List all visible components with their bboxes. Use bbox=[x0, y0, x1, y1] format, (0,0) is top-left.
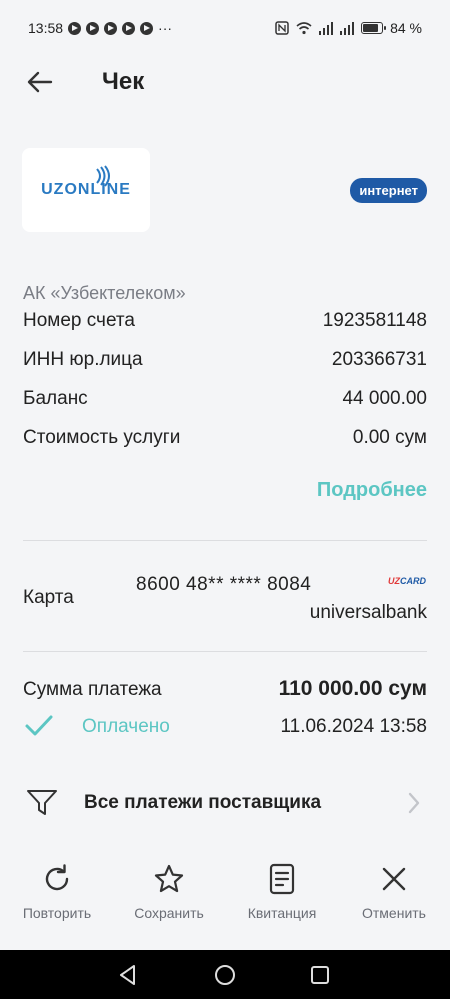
detail-label: ИНН юр.лица bbox=[23, 349, 143, 370]
status-time: 13:58 bbox=[28, 20, 64, 36]
detail-label: Стоимость услуги bbox=[23, 427, 181, 448]
signal-waves-icon bbox=[96, 165, 110, 187]
sum-value: 110 000.00 сум bbox=[278, 677, 427, 700]
detail-row-inn: ИНН юр.лица 203366731 bbox=[23, 349, 427, 371]
card-label: Карта bbox=[23, 587, 74, 608]
detail-value: 44 000.00 bbox=[342, 388, 427, 409]
more-notifications-icon: ··· bbox=[158, 20, 173, 36]
wifi-icon bbox=[296, 22, 312, 35]
detail-value: 203366731 bbox=[331, 349, 427, 370]
all-payments-label: Все платежи поставщика bbox=[84, 792, 322, 813]
payment-datetime: 11.06.2024 13:58 bbox=[280, 716, 427, 737]
detail-value: 0.00 сум bbox=[352, 427, 427, 448]
merchant-logo: UZONLINE bbox=[22, 148, 150, 232]
telegram-icon bbox=[68, 21, 82, 35]
system-navigation-bar bbox=[0, 950, 450, 999]
header: Чек bbox=[0, 56, 450, 108]
battery-level: 84 % bbox=[390, 20, 422, 36]
chevron-right-icon bbox=[408, 792, 420, 814]
save-button[interactable]: Сохранить bbox=[114, 860, 224, 921]
cancel-label: Отменить bbox=[362, 905, 426, 921]
category-badge: интернет bbox=[350, 178, 427, 203]
detail-row-account: Номер счета 1923581148 bbox=[23, 310, 427, 332]
nav-recents-icon[interactable] bbox=[309, 964, 331, 986]
telegram-icon bbox=[104, 21, 118, 35]
card-brand-prefix: UZ bbox=[388, 576, 400, 586]
receipt-label: Квитанция bbox=[247, 905, 317, 921]
filter-icon bbox=[27, 790, 57, 815]
card-brand-suffix: CARD bbox=[400, 576, 426, 586]
action-bar: Повторить Сохранить Квитанция Отменить bbox=[0, 860, 450, 930]
check-icon bbox=[25, 715, 53, 736]
divider bbox=[23, 540, 427, 541]
merchant-logo-text: UZONLINE bbox=[41, 181, 131, 198]
signal-icon bbox=[319, 21, 334, 35]
refresh-icon bbox=[45, 864, 69, 891]
sum-label: Сумма платежа bbox=[23, 679, 162, 700]
telegram-icon bbox=[86, 21, 100, 35]
receipt-icon bbox=[269, 863, 295, 895]
payment-status: Оплачено bbox=[82, 716, 170, 737]
nav-home-icon[interactable] bbox=[214, 964, 236, 986]
status-bar: 13:58 ··· 84 % bbox=[0, 0, 450, 56]
cancel-button[interactable]: Отменить bbox=[339, 860, 449, 921]
detail-row-service-cost: Стоимость услуги 0.00 сум bbox=[23, 427, 427, 449]
telegram-icon bbox=[140, 21, 154, 35]
divider bbox=[23, 651, 427, 652]
all-payments-link[interactable]: Все платежи поставщика bbox=[0, 778, 450, 830]
nfc-icon bbox=[275, 21, 289, 35]
star-icon bbox=[154, 864, 184, 893]
receipt-button[interactable]: Квитанция bbox=[227, 860, 337, 921]
detail-label: Баланс bbox=[23, 388, 88, 409]
uzcard-logo: UZCARD bbox=[388, 576, 426, 586]
card-bank: universalbank bbox=[309, 602, 427, 623]
arrow-left-icon bbox=[27, 71, 53, 93]
more-details-link[interactable]: Подробнее bbox=[317, 479, 427, 502]
provider-name: АК «Узбектелеком» bbox=[23, 283, 186, 303]
detail-row-balance: Баланс 44 000.00 bbox=[23, 388, 427, 410]
page-title: Чек bbox=[102, 68, 145, 95]
card-number: 8600 48** **** 8084 bbox=[136, 574, 312, 595]
detail-value: 1923581148 bbox=[322, 310, 427, 331]
save-label: Сохранить bbox=[134, 905, 204, 921]
telegram-icon bbox=[122, 21, 136, 35]
close-icon bbox=[382, 867, 406, 891]
detail-label: Номер счета bbox=[23, 310, 135, 331]
nav-back-icon[interactable] bbox=[117, 964, 139, 986]
repeat-button[interactable]: Повторить bbox=[2, 860, 112, 921]
repeat-label: Повторить bbox=[22, 905, 92, 921]
battery-icon bbox=[361, 22, 387, 34]
signal-4g-icon bbox=[340, 21, 355, 35]
back-button[interactable] bbox=[24, 66, 56, 98]
